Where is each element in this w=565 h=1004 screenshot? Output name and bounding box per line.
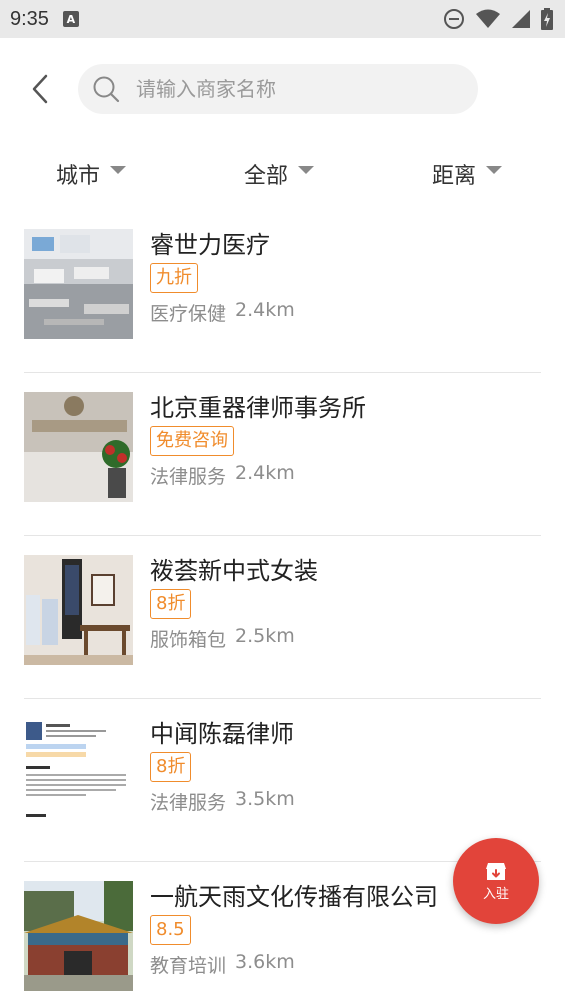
merchant-photo xyxy=(24,718,133,828)
list-item[interactable]: 睿世力医疗 九折 医疗保健 2.4km xyxy=(0,210,565,373)
merchant-distance: 3.6km xyxy=(235,951,295,973)
merchant-meta: 法律服务 3.5km xyxy=(150,788,295,815)
merchant-meta: 医疗保健 2.4km xyxy=(150,299,295,326)
merchant-info: 睿世力医疗 九折 医疗保健 2.4km xyxy=(150,229,295,373)
status-icons xyxy=(443,8,553,30)
do-not-disturb-icon xyxy=(443,8,465,30)
status-bar: 9:35 A xyxy=(0,0,565,38)
merchant-photo xyxy=(24,881,133,991)
status-time: 9:35 xyxy=(10,7,49,30)
store-entry-icon xyxy=(486,862,506,880)
merchant-distance: 2.4km xyxy=(235,462,295,484)
merchant-category: 服饰箱包 xyxy=(150,629,227,651)
merchant-distance: 2.5km xyxy=(235,625,295,647)
merchant-info: 中闻陈磊律师 8折 法律服务 3.5km xyxy=(150,718,295,862)
fab-label: 入驻 xyxy=(482,886,509,902)
merchant-info: 一航天雨文化传播有限公司 8.5 教育培训 3.6km xyxy=(150,881,438,1004)
filter-distance-label: 距离 xyxy=(432,164,477,189)
header xyxy=(0,38,565,140)
signal-icon xyxy=(511,9,531,29)
search-box[interactable] xyxy=(78,64,478,114)
merchant-name: 袯荟新中式女装 xyxy=(150,557,318,585)
caret-down-icon xyxy=(486,166,503,174)
discount-tag: 免费咨询 xyxy=(150,426,234,456)
filter-bar: 城市 全部 距离 xyxy=(0,140,565,210)
search-icon xyxy=(93,76,120,103)
filter-category[interactable]: 全部 xyxy=(244,158,315,190)
back-button[interactable] xyxy=(20,69,60,109)
merchant-meta: 教育培训 3.6km xyxy=(150,951,438,978)
filter-city-label: 城市 xyxy=(56,164,101,189)
caret-down-icon xyxy=(298,166,315,174)
merchant-category: 法律服务 xyxy=(150,792,227,814)
merchant-meta: 法律服务 2.4km xyxy=(150,462,366,489)
merchant-photo xyxy=(24,392,133,502)
merchant-info: 北京重器律师事务所 免费咨询 法律服务 2.4km xyxy=(150,392,366,536)
search-input[interactable] xyxy=(136,77,436,101)
merchant-distance: 3.5km xyxy=(235,788,295,810)
list-item[interactable]: 中闻陈磊律师 8折 法律服务 3.5km xyxy=(0,699,565,862)
battery-icon xyxy=(541,8,553,30)
chevron-left-icon xyxy=(32,74,48,104)
merchant-name: 一航天雨文化传播有限公司 xyxy=(150,883,438,911)
merchant-photo xyxy=(24,555,133,665)
filter-city[interactable]: 城市 xyxy=(56,158,127,190)
merchant-name: 北京重器律师事务所 xyxy=(150,394,366,422)
filter-distance[interactable]: 距离 xyxy=(432,158,503,190)
merchant-name: 睿世力医疗 xyxy=(150,231,270,259)
merchant-distance: 2.4km xyxy=(235,299,295,321)
notification-a-icon: A xyxy=(62,11,79,27)
list-item[interactable]: 北京重器律师事务所 免费咨询 法律服务 2.4km xyxy=(0,373,565,536)
filter-category-label: 全部 xyxy=(244,164,289,189)
caret-down-icon xyxy=(110,166,127,174)
merchant-name: 中闻陈磊律师 xyxy=(150,720,294,748)
join-fab-button[interactable]: 入驻 xyxy=(453,838,539,924)
merchant-category: 医疗保健 xyxy=(150,303,227,325)
merchant-category: 教育培训 xyxy=(150,955,227,977)
list-item[interactable]: 袯荟新中式女装 8折 服饰箱包 2.5km xyxy=(0,536,565,699)
merchant-photo xyxy=(24,229,133,339)
merchant-meta: 服饰箱包 2.5km xyxy=(150,625,318,652)
discount-tag: 8折 xyxy=(150,589,192,619)
wifi-icon xyxy=(475,9,501,29)
discount-tag: 8折 xyxy=(150,752,192,782)
merchant-category: 法律服务 xyxy=(150,466,227,488)
merchant-info: 袯荟新中式女装 8折 服饰箱包 2.5km xyxy=(150,555,318,699)
discount-tag: 九折 xyxy=(150,263,198,293)
discount-tag: 8.5 xyxy=(150,915,191,945)
